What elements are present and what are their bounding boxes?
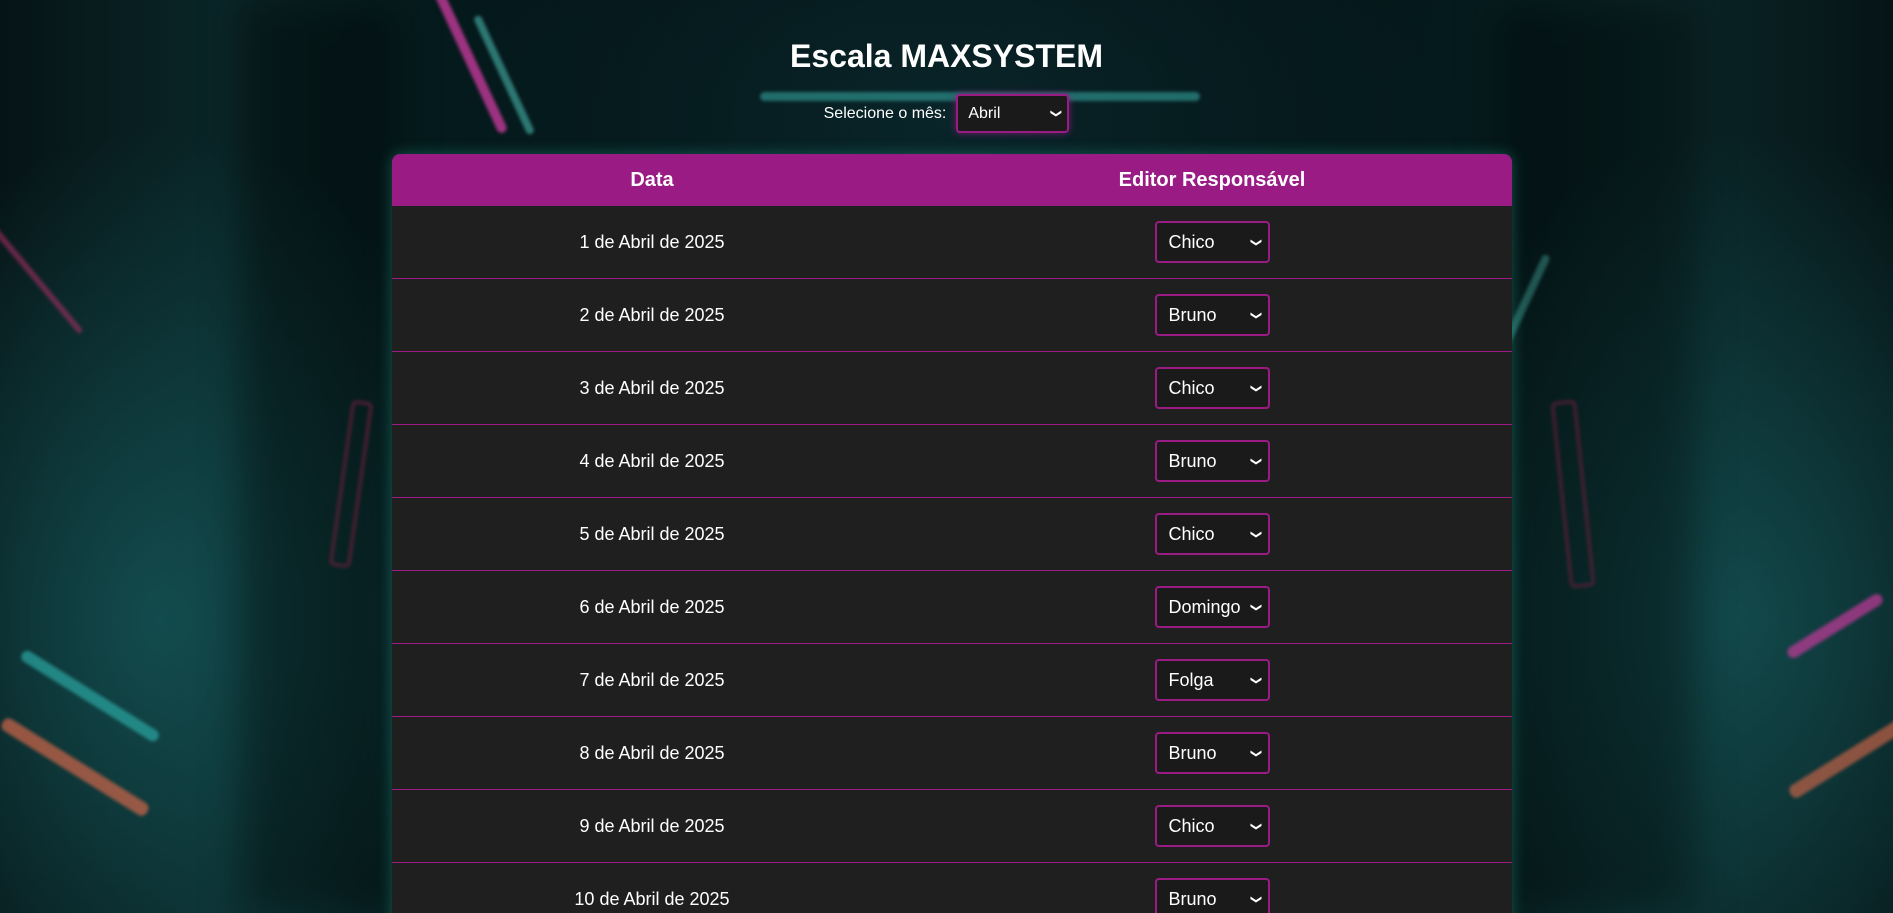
row-date: 1 de Abril de 2025 <box>579 231 725 252</box>
row-editor-cell: Bruno ❯ <box>912 440 1512 482</box>
editor-select-value: Bruno <box>1168 304 1217 325</box>
row-date: 5 de Abril de 2025 <box>579 523 725 544</box>
table-row: 7 de Abril de 2025 Folga ❯ <box>392 644 1512 717</box>
row-date: 4 de Abril de 2025 <box>579 450 725 471</box>
row-date: 10 de Abril de 2025 <box>574 888 730 909</box>
editor-select-value: Bruno <box>1168 742 1217 763</box>
table-row: 6 de Abril de 2025 Domingo ❯ <box>392 571 1512 644</box>
row-editor-cell: Domingo ❯ <box>912 586 1512 628</box>
editor-select-value: Folga <box>1168 669 1214 690</box>
row-editor-cell: Chico ❯ <box>912 367 1512 409</box>
editor-select-value: Chico <box>1168 231 1215 252</box>
editor-select-value: Domingo <box>1168 596 1241 617</box>
row-date: 6 de Abril de 2025 <box>579 596 725 617</box>
editor-select[interactable]: Chico ❯ <box>1154 805 1270 847</box>
editor-select[interactable]: Folga ❯ <box>1154 659 1270 701</box>
header-date: Data <box>630 168 674 191</box>
row-date: 7 de Abril de 2025 <box>579 669 725 690</box>
month-label: Selecione o mês: <box>823 104 947 122</box>
chevron-down-icon: ❯ <box>1250 602 1263 612</box>
table-row: 9 de Abril de 2025 Chico ❯ <box>392 790 1512 863</box>
chevron-down-icon: ❯ <box>1250 456 1263 466</box>
editor-select-value: Bruno <box>1168 450 1217 471</box>
table-row: 5 de Abril de 2025 Chico ❯ <box>392 498 1512 571</box>
row-date: 3 de Abril de 2025 <box>579 377 725 398</box>
table-row: 10 de Abril de 2025 Bruno ❯ <box>392 863 1512 913</box>
table-row: 3 de Abril de 2025 Chico ❯ <box>392 352 1512 425</box>
table-row: 4 de Abril de 2025 Bruno ❯ <box>392 425 1512 498</box>
editor-select[interactable]: Chico ❯ <box>1154 513 1270 555</box>
chevron-down-icon: ❯ <box>1250 894 1263 904</box>
row-date: 2 de Abril de 2025 <box>579 304 725 325</box>
table-row: 1 de Abril de 2025 Chico ❯ <box>392 206 1512 279</box>
chevron-down-icon: ❯ <box>1250 310 1263 320</box>
row-date: 9 de Abril de 2025 <box>579 815 725 836</box>
table-row: 8 de Abril de 2025 Bruno ❯ <box>392 717 1512 790</box>
editor-select[interactable]: Chico ❯ <box>1154 367 1270 409</box>
editor-select-value: Chico <box>1168 523 1215 544</box>
month-select[interactable]: Abril ❯ <box>956 94 1070 133</box>
chevron-down-icon: ❯ <box>1250 675 1263 685</box>
row-editor-cell: Bruno ❯ <box>912 732 1512 774</box>
chevron-down-icon: ❯ <box>1250 529 1263 539</box>
row-editor-cell: Chico ❯ <box>912 513 1512 555</box>
header-editor: Editor Responsável <box>1118 168 1306 191</box>
row-editor-cell: Folga ❯ <box>912 659 1512 701</box>
page-title: Escala MAXSYSTEM <box>790 38 1103 74</box>
editor-select[interactable]: Domingo ❯ <box>1154 586 1270 628</box>
editor-select[interactable]: Chico ❯ <box>1154 221 1270 263</box>
table-header: Data Editor Responsável <box>392 154 1512 206</box>
editor-select-value: Bruno <box>1168 888 1217 909</box>
chevron-down-icon: ❯ <box>1050 108 1063 119</box>
row-date: 8 de Abril de 2025 <box>579 742 725 763</box>
chevron-down-icon: ❯ <box>1250 237 1263 247</box>
month-select-value: Abril <box>968 104 1001 122</box>
chevron-down-icon: ❯ <box>1250 821 1263 831</box>
editor-select[interactable]: Bruno ❯ <box>1154 732 1270 774</box>
table-row: 2 de Abril de 2025 Bruno ❯ <box>392 279 1512 352</box>
chevron-down-icon: ❯ <box>1250 748 1263 758</box>
row-editor-cell: Bruno ❯ <box>912 294 1512 336</box>
row-editor-cell: Chico ❯ <box>912 221 1512 263</box>
table-body: 1 de Abril de 2025 Chico ❯ 2 de Abril de 20… <box>392 206 1512 913</box>
editor-select[interactable]: Bruno ❯ <box>1154 878 1270 913</box>
editor-select[interactable]: Bruno ❯ <box>1154 440 1270 482</box>
row-editor-cell: Bruno ❯ <box>912 878 1512 913</box>
editor-select[interactable]: Bruno ❯ <box>1154 294 1270 336</box>
row-editor-cell: Chico ❯ <box>912 805 1512 847</box>
schedule-table: Data Editor Responsável 1 de Abril de 20… <box>392 154 1512 913</box>
chevron-down-icon: ❯ <box>1250 383 1263 393</box>
editor-select-value: Chico <box>1168 815 1215 836</box>
editor-select-value: Chico <box>1168 377 1215 398</box>
month-selector-row: Selecione o mês: Abril ❯ <box>0 94 1893 133</box>
